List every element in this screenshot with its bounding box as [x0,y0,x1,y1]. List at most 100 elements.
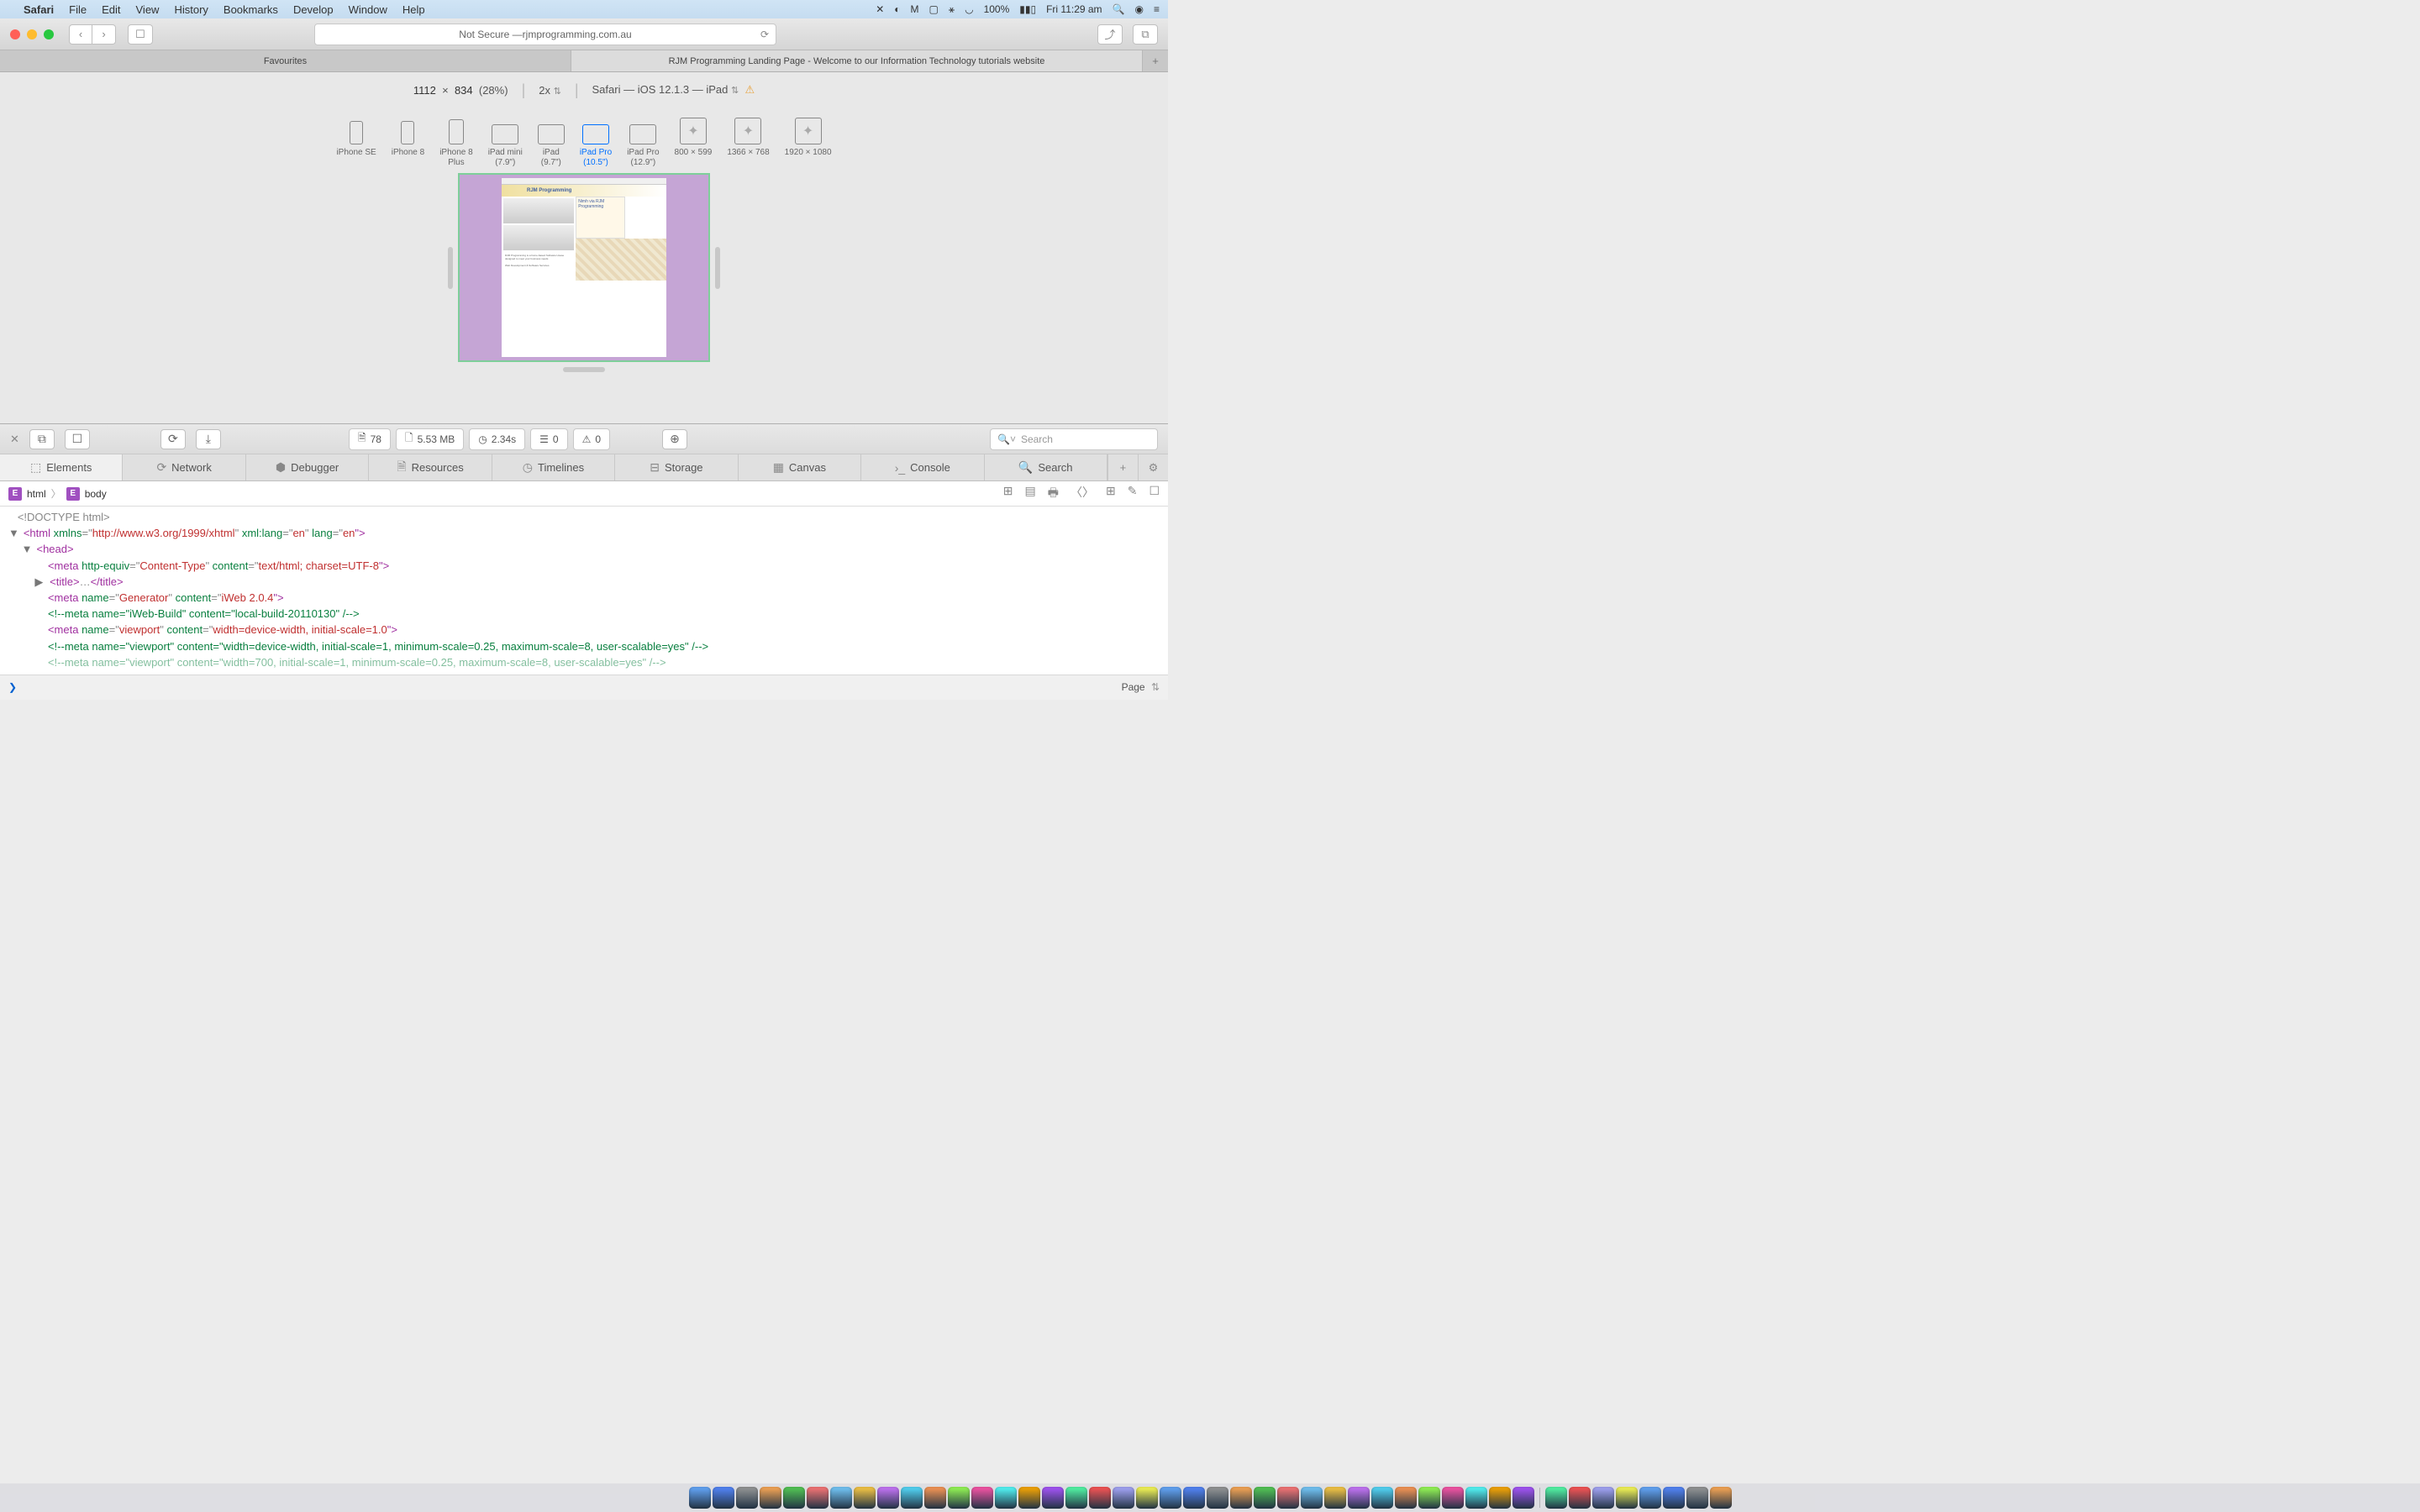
dock-app[interactable] [854,1487,876,1509]
dock-app[interactable] [1592,1487,1614,1509]
dock-app[interactable] [736,1487,758,1509]
dock-app[interactable] [1183,1487,1205,1509]
dock-app[interactable] [1301,1487,1323,1509]
menu-history[interactable]: History [174,3,208,16]
sidebar-button[interactable]: ☐ [128,24,153,45]
device-800-×-599[interactable]: 800 × 599 [675,118,713,168]
device-1920-×-1080[interactable]: 1920 × 1080 [785,118,832,168]
device-ipad-pro[interactable]: iPad Pro(10.5") [580,124,612,168]
device-iphone-8[interactable]: iPhone 8 [392,121,424,168]
console-prompt[interactable]: ❯ [8,681,17,693]
zoom-window[interactable] [44,29,54,39]
airplay-icon[interactable]: ▢ [929,3,939,15]
dock-app[interactable] [877,1487,899,1509]
dock-app[interactable] [1160,1487,1181,1509]
clock[interactable]: Fri 11:29 am [1046,3,1102,15]
tab-storage[interactable]: ⊟Storage [615,454,738,480]
code-icon[interactable]: 〈〉 [1071,484,1094,504]
user-agent[interactable]: Safari — iOS 12.1.3 — iPad ⇅ ⚠ [592,83,755,97]
dock-app[interactable] [1639,1487,1661,1509]
layout-icon[interactable]: ⊞ [1003,484,1013,504]
dock-app[interactable] [807,1487,829,1509]
tab-search[interactable]: 🔍Search [985,454,1107,480]
dock-app[interactable] [1512,1487,1534,1509]
resize-handle-left[interactable] [448,247,453,289]
tab-canvas[interactable]: ▦Canvas [739,454,861,480]
dock-app[interactable] [760,1487,781,1509]
resize-handle-bottom[interactable] [563,367,605,372]
menu-view[interactable]: View [136,3,160,16]
dock-app[interactable] [924,1487,946,1509]
dock-app[interactable] [1489,1487,1511,1509]
bluetooth-icon[interactable]: ⚹ [949,3,955,16]
dock-app[interactable] [1089,1487,1111,1509]
device-iphone-8[interactable]: iPhone 8Plus [439,119,472,168]
dock-app[interactable] [1018,1487,1040,1509]
dock-app[interactable] [1277,1487,1299,1509]
status-icon[interactable]: ✕ [876,3,884,15]
tab-debugger[interactable]: ⬢Debugger [246,454,369,480]
resize-handle-right[interactable] [715,247,720,289]
siri-icon[interactable]: ◉ [1135,3,1144,15]
menu-help[interactable]: Help [402,3,425,16]
print-icon[interactable]: ▤ [1025,484,1036,504]
menu-bookmarks[interactable]: Bookmarks [224,3,278,16]
device-ipad-pro[interactable]: iPad Pro(12.9") [627,124,659,168]
add-tab[interactable]: + [1107,454,1138,480]
dock-app[interactable] [1569,1487,1591,1509]
tab-favourites[interactable]: Favourites [0,50,571,71]
spotlight-icon[interactable]: 🔍 [1113,3,1125,15]
device-iphone-se[interactable]: iPhone SE [336,121,376,168]
settings-icon[interactable]: ⚙ [1138,454,1168,480]
new-tab-button[interactable]: + [1143,50,1168,71]
dock-app[interactable] [1230,1487,1252,1509]
wifi-icon[interactable]: ◡ [965,3,973,15]
address-bar[interactable]: Not Secure — rjmprogramming.com.au ⟳ [314,24,776,45]
dock-app[interactable] [995,1487,1017,1509]
menu-develop[interactable]: Develop [293,3,334,16]
dock-app[interactable] [1371,1487,1393,1509]
device-1366-×-768[interactable]: 1366 × 768 [727,118,769,168]
dock-app[interactable] [1686,1487,1708,1509]
tab-elements[interactable]: ⬚Elements [0,454,123,480]
dock-app[interactable] [783,1487,805,1509]
dock-app[interactable] [713,1487,734,1509]
close-inspector[interactable]: ✕ [10,433,19,446]
grid-icon[interactable]: ⊞ [1106,484,1116,504]
menu-window[interactable]: Window [349,3,387,16]
dock-app[interactable] [1616,1487,1638,1509]
dock-app[interactable] [1395,1487,1417,1509]
inspector-search[interactable]: 🔍˅ Search [990,428,1158,450]
dock-app[interactable] [1442,1487,1464,1509]
close-window[interactable] [10,29,20,39]
dock-app[interactable] [1065,1487,1087,1509]
notification-icon[interactable]: ≡ [1154,3,1160,15]
dock-app[interactable] [948,1487,970,1509]
menu-edit[interactable]: Edit [102,3,120,16]
reload-icon[interactable]: ⟳ [760,29,769,40]
dock-app[interactable] [830,1487,852,1509]
dock-app[interactable] [1207,1487,1228,1509]
dock-app[interactable] [1418,1487,1440,1509]
dock-app[interactable] [1348,1487,1370,1509]
device-ipad[interactable]: iPad(9.7") [538,124,565,168]
minimize-window[interactable] [27,29,37,39]
execution-scope[interactable]: Page ⇅ [1122,681,1160,693]
element-selection-button[interactable]: ⊕ [662,429,687,449]
dock-app[interactable] [1545,1487,1567,1509]
share-button[interactable]: ⤴ [1097,24,1123,45]
crumb-html[interactable]: html [27,488,46,500]
dock-side-button[interactable]: ⧉ [29,429,55,449]
tab-console[interactable]: ›_Console [861,454,984,480]
tab-resources[interactable]: 🗎Resources [369,454,492,480]
forward-button[interactable]: › [92,24,116,45]
dock-app[interactable] [1710,1487,1732,1509]
reload-button[interactable]: ⟳ [160,429,186,449]
dock-app[interactable] [1113,1487,1134,1509]
menu-file[interactable]: File [69,3,87,16]
pixel-ratio[interactable]: 2x ⇅ [539,84,561,97]
dock-app[interactable] [1465,1487,1487,1509]
tab-network[interactable]: ⟳Network [123,454,245,480]
tabs-button[interactable]: ⧉ [1133,24,1158,45]
status-icon[interactable]: M [911,3,919,15]
